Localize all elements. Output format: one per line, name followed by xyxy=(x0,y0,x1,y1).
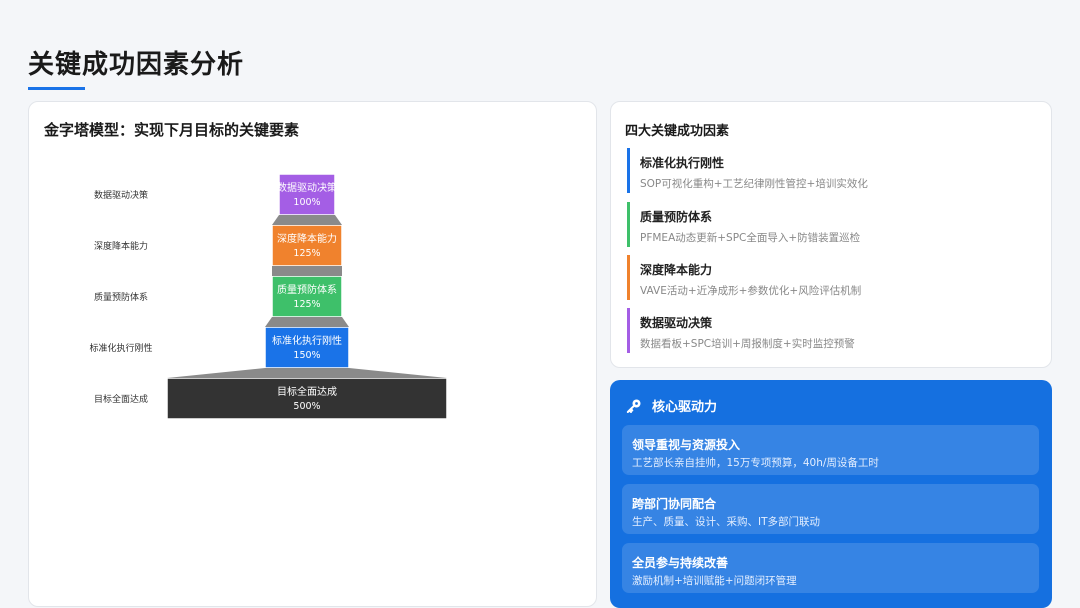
driver-item-collaboration: 跨部门协同配合 生产、质量、设计、采购、IT多部门联动 xyxy=(622,484,1039,534)
driver-item-desc: 激励机制+培训赋能+问题闭环管理 xyxy=(632,575,797,587)
pyramid-connector xyxy=(272,266,342,276)
pyramid-connector xyxy=(265,317,349,327)
pyramid-category-label: 标准化执行刚性 xyxy=(89,342,152,354)
pyramid-bar-value: 500% xyxy=(293,401,320,412)
factor-desc: SOP可视化重构+工艺纪律刚性管控+培训实效化 xyxy=(640,178,868,190)
pyramid-bar xyxy=(264,326,350,369)
pyramid-bar-value: 125% xyxy=(293,248,320,259)
factor-name: 质量预防体系 xyxy=(640,210,713,224)
factor-item-standardization: 标准化执行刚性 SOP可视化重构+工艺纪律刚性管控+培训实效化 xyxy=(627,148,1037,193)
pyramid-bar xyxy=(278,173,336,216)
pyramid-bar-value: 100% xyxy=(293,197,320,208)
factor-item-cost: 深度降本能力 VAVE活动+近净成形+参数优化+风险评估机制 xyxy=(627,255,1037,300)
pyramid-bar-value: 125% xyxy=(293,299,320,310)
pyramid-bar-value: 150% xyxy=(293,350,320,361)
pyramid-bar-label: 质量预防体系 xyxy=(277,283,337,296)
pyramid-connector xyxy=(272,215,342,225)
pyramid-bar xyxy=(271,224,343,267)
factor-item-data: 数据驱动决策 数据看板+SPC培训+周报制度+实时监控预警 xyxy=(627,308,1037,353)
factors-card: 四大关键成功因素 标准化执行刚性 SOP可视化重构+工艺纪律刚性管控+培训实效化… xyxy=(610,101,1052,368)
factor-name: 深度降本能力 xyxy=(640,263,713,277)
driver-card: 核心驱动力 领导重视与资源投入 工艺部长亲自挂帅，15万专项预算，40h/周设备… xyxy=(610,380,1052,608)
pyramid-category-label: 数据驱动决策 xyxy=(94,189,148,201)
driver-item-desc: 生产、质量、设计、采购、IT多部门联动 xyxy=(632,516,821,528)
pyramid-bar xyxy=(271,275,343,318)
driver-item-leadership: 领导重视与资源投入 工艺部长亲自挂帅，15万专项预算，40h/周设备工时 xyxy=(622,425,1039,475)
factor-desc: VAVE活动+近净成形+参数优化+风险评估机制 xyxy=(640,285,862,297)
pyramid-bar-label: 深度降本能力 xyxy=(277,232,337,245)
driver-card-title: 核心驱动力 xyxy=(652,400,718,415)
pyramid-chart: 数据驱动决策100%数据驱动决策深度降本能力125%深度降本能力质量预防体系12… xyxy=(89,173,448,420)
pyramid-category-label: 目标全面达成 xyxy=(94,393,148,405)
driver-item-desc: 工艺部长亲自挂帅，15万专项预算，40h/周设备工时 xyxy=(632,457,879,469)
title-underline xyxy=(28,87,85,90)
factor-desc: 数据看板+SPC培训+周报制度+实时监控预警 xyxy=(640,338,855,350)
driver-item-title: 领导重视与资源投入 xyxy=(632,438,741,452)
pyramid-bar-label: 目标全面达成 xyxy=(277,385,337,398)
pyramid-bar-label: 数据驱动决策 xyxy=(277,181,337,194)
factor-name: 数据驱动决策 xyxy=(640,316,713,330)
page-title: 关键成功因素分析 xyxy=(28,50,245,80)
pyramid-category-label: 深度降本能力 xyxy=(94,240,148,252)
factor-item-quality: 质量预防体系 PFMEA动态更新+SPC全面导入+防错装置巡检 xyxy=(627,202,1037,247)
driver-header: 核心驱动力 xyxy=(626,396,717,415)
pyramid-card: 金字塔模型：实现下月目标的关键要素 数据驱动决策 100% 数据驱动决策 深度降本能力… xyxy=(28,101,597,607)
driver-item-title: 跨部门协同配合 xyxy=(632,497,717,511)
driver-item-participation: 全员参与持续改善 激励机制+培训赋能+问题闭环管理 xyxy=(622,543,1039,593)
factors-card-title: 四大关键成功因素 xyxy=(625,124,730,139)
pyramid-category-label: 质量预防体系 xyxy=(94,291,148,303)
factor-name: 标准化执行刚性 xyxy=(640,156,725,170)
factor-desc: PFMEA动态更新+SPC全面导入+防错装置巡检 xyxy=(640,232,861,244)
driver-item-title: 全员参与持续改善 xyxy=(632,556,729,570)
pyramid-bar-label: 标准化执行刚性 xyxy=(272,334,342,347)
pyramid-bar xyxy=(166,377,448,420)
key-icon xyxy=(626,399,641,413)
pyramid-connector xyxy=(167,368,447,378)
